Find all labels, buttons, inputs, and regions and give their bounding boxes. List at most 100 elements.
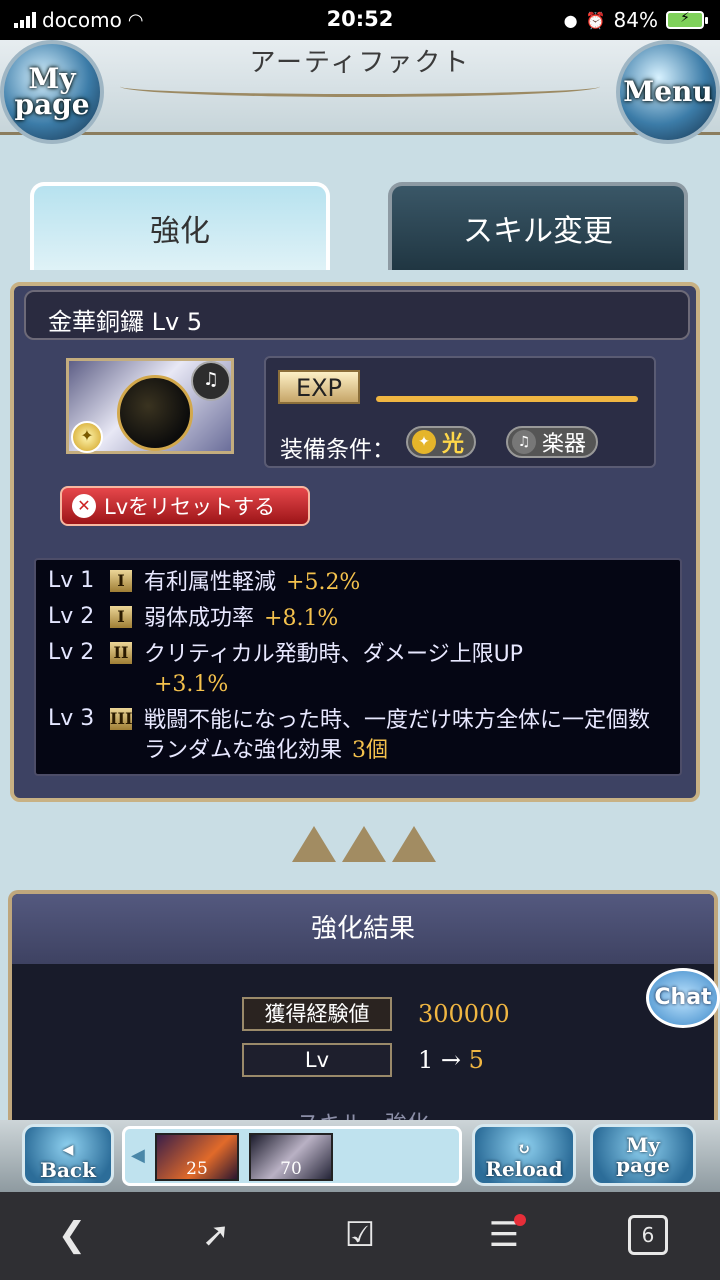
reset-level-button[interactable]: ✕ Lvをリセットする xyxy=(60,486,310,526)
skill-bonus: +3.1% xyxy=(154,672,229,697)
skill-text: 弱体成功率 +8.1% xyxy=(144,604,338,634)
alarm-icon: ⏰ xyxy=(585,10,606,30)
exp-gained-value: 300000 xyxy=(418,1000,510,1028)
skill-row: Lv 2 II クリティカル発動時、ダメージ上限UP +3.1% xyxy=(48,640,668,700)
exp-bar xyxy=(376,396,638,402)
checkbox-button[interactable]: ☑ xyxy=(330,1210,390,1260)
light-element-icon: ✦ xyxy=(412,430,436,454)
summon-slot[interactable]: 70 xyxy=(249,1133,333,1181)
menu-button[interactable]: ☰ xyxy=(474,1210,534,1260)
skill-row: Lv 3 III 戦闘不能になった時、一度だけ味方全体に一定個数ランダムな強化効… xyxy=(48,706,668,766)
skill-rank-badge: I xyxy=(110,606,132,628)
game-bottom-bar: ◀ Back ◀ 25 70 ↻ Reload My page xyxy=(0,1120,720,1192)
skill-desc: 弱体成功率 xyxy=(144,606,255,631)
skill-level: Lv 3 xyxy=(48,706,95,731)
summon-level: 25 xyxy=(186,1159,208,1179)
triangle-icon xyxy=(392,826,436,862)
tabs-button[interactable]: 6 xyxy=(618,1210,678,1260)
level-change: 1 → 5 xyxy=(418,1046,484,1074)
chat-label: Chat xyxy=(654,985,712,1010)
artifact-name: 金華銅鑼 Lv 5 xyxy=(24,290,690,340)
equip-condition-label: 装備条件： xyxy=(280,437,395,463)
skill-bonus: +8.1% xyxy=(264,606,339,631)
status-bar: docomo ◠ 20:52 ● ⏰ 84% ⚡ xyxy=(0,0,720,40)
exp-gained-label: 獲得経験値 xyxy=(242,997,392,1031)
reset-level-label: Lvをリセットする xyxy=(104,495,276,519)
game-header: アーティファクト xyxy=(0,40,720,135)
person-icon: ● xyxy=(563,10,578,30)
browser-toolbar: ❮ ➚ ☑ ☰ 6 xyxy=(0,1192,720,1280)
reload-button[interactable]: ↻ Reload xyxy=(472,1124,576,1186)
light-element-icon: ✦ xyxy=(71,421,103,453)
skill-rank-badge: III xyxy=(110,708,133,730)
chevron-left-icon[interactable]: ◀ xyxy=(131,1145,145,1166)
summon-level: 70 xyxy=(280,1159,302,1179)
result-panel: 強化結果 獲得経験値 300000 Lv 1 → 5 スキル・強化 xyxy=(8,890,718,1130)
mypage-orb-button[interactable]: My page xyxy=(0,40,104,144)
skill-text: クリティカル発動時、ダメージ上限UP +3.1% xyxy=(144,640,523,700)
skill-desc: クリティカル発動時、ダメージ上限UP xyxy=(144,642,523,667)
result-title: 強化結果 xyxy=(12,894,714,964)
skill-row: Lv 1 I 有利属性軽減 +5.2% xyxy=(48,568,668,598)
menu-orb-label: Menu xyxy=(623,75,713,108)
condition-instrument: ♫ 楽器 xyxy=(506,426,599,458)
level-row: Lv 1 → 5 xyxy=(242,1042,484,1078)
skill-bonus: 3個 xyxy=(352,738,389,763)
rocket-button[interactable]: ➚ xyxy=(186,1210,246,1260)
level-arrow: → xyxy=(440,1046,462,1074)
tab-skill-change-label: スキル変更 xyxy=(463,214,613,249)
instrument-icon: ♫ xyxy=(191,361,231,401)
menu-orb-button[interactable]: Menu xyxy=(616,40,720,144)
chat-button[interactable]: Chat xyxy=(646,968,720,1028)
tab-enhance[interactable]: 強化 xyxy=(30,182,330,270)
skill-level: Lv 2 xyxy=(48,604,95,629)
skill-rank-badge: I xyxy=(110,570,132,592)
triangle-icon xyxy=(342,826,386,862)
checkbox-icon: ☑ xyxy=(344,1215,376,1255)
back-nav-button[interactable]: ❮ xyxy=(42,1210,102,1260)
mypage-label: My page xyxy=(616,1133,670,1177)
artifact-info-box: EXP 装備条件： ✦ 光 ♫ 楽器 xyxy=(264,356,656,468)
skill-level: Lv 2 xyxy=(48,640,95,665)
condition-instrument-label: 楽器 xyxy=(542,432,587,457)
level-from: 1 xyxy=(418,1046,434,1074)
close-icon: ✕ xyxy=(72,494,96,518)
skill-desc: 戦闘不能になった時、一度だけ味方全体に一定個数ランダムな強化効果 xyxy=(144,708,651,763)
status-right: ● ⏰ 84% ⚡ xyxy=(563,8,708,32)
level-label: Lv xyxy=(242,1043,392,1077)
tab-enhance-label: 強化 xyxy=(150,214,210,249)
summon-slot[interactable]: 25 xyxy=(155,1133,239,1181)
artifact-thumbnail[interactable]: ✦ ♫ xyxy=(66,358,234,454)
summon-tray[interactable]: ◀ 25 70 xyxy=(122,1126,462,1186)
skill-rank-badge: II xyxy=(110,642,132,664)
chevron-left-icon: ❮ xyxy=(57,1215,87,1255)
mypage-orb-label: My page xyxy=(14,62,90,121)
condition-light-label: 光 xyxy=(442,432,465,457)
skill-text: 戦闘不能になった時、一度だけ味方全体に一定個数ランダムな強化効果 3個 xyxy=(144,706,668,766)
back-label: Back xyxy=(40,1158,96,1182)
mypage-button[interactable]: My page xyxy=(590,1124,696,1186)
exp-label: EXP xyxy=(278,370,360,404)
notification-dot xyxy=(514,1214,526,1226)
header-ornament xyxy=(120,76,600,97)
exp-gained-row: 獲得経験値 300000 xyxy=(242,996,510,1032)
instrument-icon: ♫ xyxy=(512,430,536,454)
skill-desc: 有利属性軽減 xyxy=(144,570,277,595)
tab-count: 6 xyxy=(628,1215,668,1255)
back-button[interactable]: ◀ Back xyxy=(22,1124,114,1186)
artifact-panel: 金華銅鑼 Lv 5 ✦ ♫ EXP 装備条件： ✦ 光 ♫ 楽器 ✕ Lvをリセ… xyxy=(10,282,700,802)
reload-label: Reload xyxy=(485,1157,563,1181)
skill-text: 有利属性軽減 +5.2% xyxy=(144,568,360,598)
skill-list: Lv 1 I 有利属性軽減 +5.2% Lv 2 I 弱体成功率 +8.1% Lv … xyxy=(34,558,682,776)
skill-level: Lv 1 xyxy=(48,568,95,593)
level-to: 5 xyxy=(468,1046,484,1074)
triangle-icon xyxy=(292,826,336,862)
arrow-ornaments xyxy=(292,826,436,862)
reload-icon: ↻ xyxy=(517,1139,531,1158)
tab-skill-change[interactable]: スキル変更 xyxy=(388,182,688,270)
battery-icon: ⚡ xyxy=(666,10,708,29)
battery-percent: 84% xyxy=(613,8,658,32)
rocket-icon: ➚ xyxy=(201,1215,231,1255)
skill-row: Lv 2 I 弱体成功率 +8.1% xyxy=(48,604,668,634)
page-title: アーティファクト xyxy=(249,48,471,78)
